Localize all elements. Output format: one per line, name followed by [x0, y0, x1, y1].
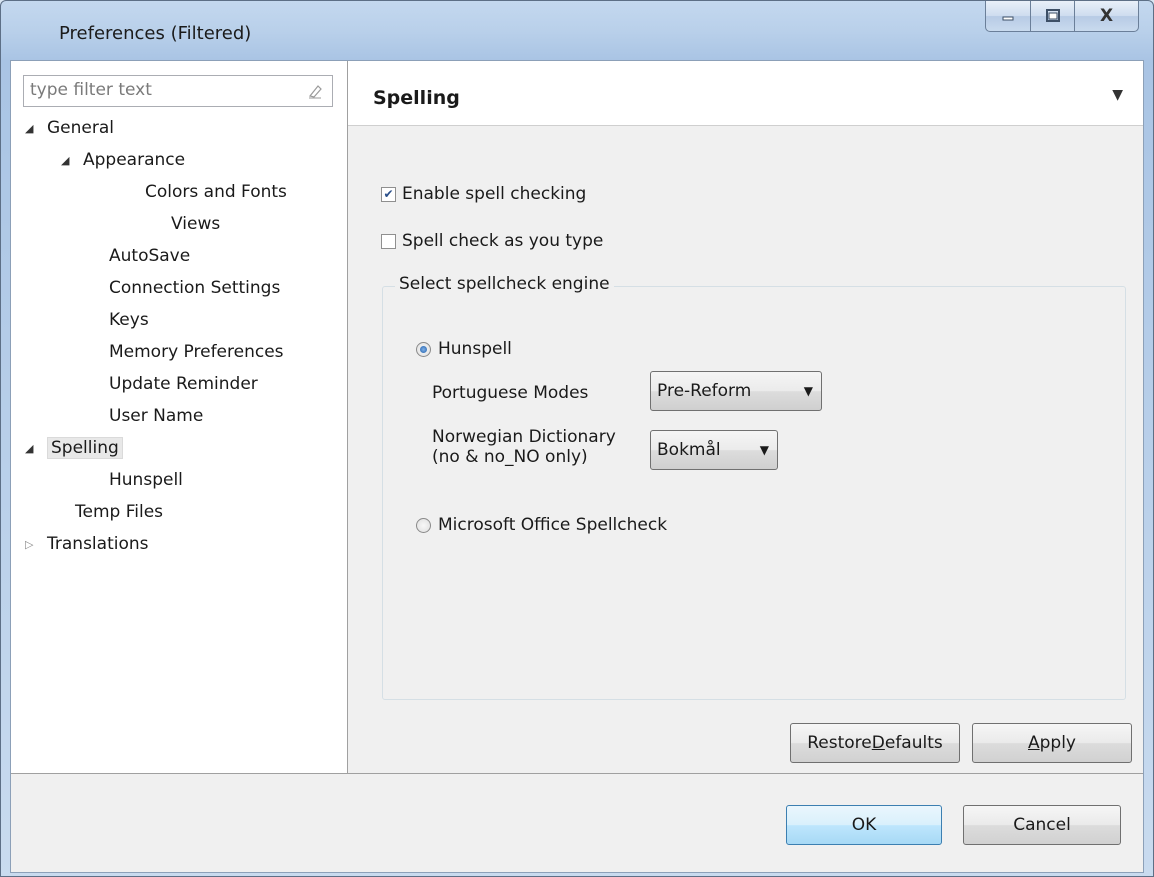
tree-item-keys[interactable]: Keys: [109, 305, 149, 335]
preferences-window: Preferences (Filtered) X type filter tex…: [0, 0, 1154, 877]
tree-item-general[interactable]: ◢ General: [25, 113, 114, 143]
tree-item-label: Spelling: [47, 437, 123, 459]
tree-item-colors-and-fonts[interactable]: Colors and Fonts: [145, 177, 287, 207]
tree-item-label: Update Reminder: [109, 374, 258, 394]
norwegian-label-line2: (no & no_NO only): [432, 447, 588, 467]
collapsed-arrow-icon[interactable]: ▷: [25, 538, 47, 551]
tree-item-connection-settings[interactable]: Connection Settings: [109, 273, 280, 303]
button-bar-separator: [11, 773, 1143, 774]
checkbox-label: Spell check as you type: [402, 231, 604, 251]
tree-item-label: Translations: [47, 534, 149, 554]
tree-item-user-name[interactable]: User Name: [109, 401, 203, 431]
tree-item-update-reminder[interactable]: Update Reminder: [109, 369, 258, 399]
tree-item-label: Appearance: [83, 150, 186, 170]
group-legend: Select spellcheck engine: [395, 274, 614, 294]
close-button[interactable]: X: [1075, 1, 1139, 32]
checkbox-label: Enable spell checking: [402, 184, 587, 204]
tree-item-label: Keys: [109, 310, 149, 330]
spellcheck-engine-group: Select spellcheck engine Hunspell Portug…: [382, 274, 1126, 700]
portuguese-modes-dropdown[interactable]: Pre-Reform ▼: [650, 371, 822, 411]
norwegian-label-line1: Norwegian Dictionary: [432, 427, 616, 447]
filter-placeholder: type filter text: [30, 80, 152, 100]
close-icon: X: [1099, 6, 1114, 26]
spell-check-as-you-type-checkbox[interactable]: Spell check as you type: [381, 231, 603, 251]
portuguese-modes-label: Portuguese Modes: [432, 383, 589, 403]
expanded-arrow-icon[interactable]: ◢: [25, 122, 47, 135]
button-label-suffix: pply: [1039, 733, 1076, 753]
tree-item-appearance[interactable]: ◢ Appearance: [61, 145, 185, 175]
norwegian-dictionary-dropdown[interactable]: Bokmål ▼: [650, 430, 778, 470]
tree-item-label: Temp Files: [75, 502, 164, 522]
tree-item-label: Colors and Fonts: [145, 182, 287, 202]
tree-item-label: User Name: [109, 406, 204, 426]
mnemonic-letter: D: [871, 733, 885, 753]
radio-label: Microsoft Office Spellcheck: [438, 515, 668, 535]
radio-label: Hunspell: [438, 339, 512, 359]
ok-button[interactable]: OK: [786, 805, 942, 845]
tree-item-label: Hunspell: [109, 470, 183, 490]
minimize-button[interactable]: [985, 1, 1031, 32]
tree-item-autosave[interactable]: AutoSave: [109, 241, 190, 271]
filter-input[interactable]: type filter text: [23, 75, 333, 107]
tree-item-hunspell[interactable]: Hunspell: [109, 465, 183, 495]
preference-tree-pane: type filter text ◢ General ◢ Appearance …: [11, 61, 348, 773]
maximize-button[interactable]: [1031, 1, 1075, 32]
button-label-suffix: efaults: [884, 733, 943, 753]
tree-item-label: Connection Settings: [109, 278, 281, 298]
checkbox-unchecked-icon[interactable]: [381, 233, 396, 249]
cancel-button[interactable]: Cancel: [963, 805, 1121, 845]
tree-item-label: Views: [171, 214, 221, 234]
dropdown-value: Bokmål: [657, 440, 721, 460]
dialog-client-area: type filter text ◢ General ◢ Appearance …: [10, 60, 1144, 873]
hunspell-radio[interactable]: Hunspell: [416, 339, 512, 359]
dropdown-value: Pre-Reform: [657, 381, 752, 401]
expanded-arrow-icon[interactable]: ◢: [25, 442, 47, 455]
norwegian-dictionary-label: Norwegian Dictionary (no & no_NO only): [432, 427, 616, 467]
restore-defaults-button[interactable]: Restore Defaults: [790, 723, 960, 763]
mnemonic-letter: A: [1027, 733, 1040, 753]
chevron-down-icon: ▼: [759, 443, 769, 457]
page-header: Spelling ▼: [348, 61, 1143, 126]
tree-item-label: Memory Preferences: [109, 342, 284, 362]
title-bar[interactable]: Preferences (Filtered) X: [1, 1, 1153, 61]
radio-unselected-icon[interactable]: [416, 517, 431, 533]
minimize-icon: [1002, 16, 1014, 21]
preference-page: Spelling ▼ ✔ Enable spell checking Spell…: [348, 61, 1143, 773]
window-title: Preferences (Filtered): [59, 23, 252, 44]
radio-selected-icon[interactable]: [416, 341, 431, 357]
view-menu-icon[interactable]: ▼: [1112, 87, 1123, 103]
apply-button[interactable]: Apply: [972, 723, 1132, 763]
page-title: Spelling: [373, 87, 460, 109]
clear-filter-icon[interactable]: [306, 82, 324, 100]
expanded-arrow-icon[interactable]: ◢: [61, 154, 83, 167]
maximize-icon: [1045, 9, 1060, 22]
enable-spell-checking-checkbox[interactable]: ✔ Enable spell checking: [381, 184, 586, 204]
tree-item-translations[interactable]: ▷ Translations: [25, 529, 149, 559]
tree-item-views[interactable]: Views: [171, 209, 220, 239]
tree-item-label: AutoSave: [109, 246, 191, 266]
tree-item-spelling[interactable]: ◢ Spelling: [25, 433, 123, 463]
caption-buttons: X: [985, 1, 1139, 33]
chevron-down-icon: ▼: [803, 384, 813, 398]
button-label-prefix: Restore: [807, 733, 872, 753]
tree-item-label: General: [47, 118, 114, 138]
tree-item-temp-files[interactable]: Temp Files: [75, 497, 163, 527]
microsoft-office-spellcheck-radio[interactable]: Microsoft Office Spellcheck: [416, 515, 667, 535]
tree-item-memory-preferences[interactable]: Memory Preferences: [109, 337, 284, 367]
checkbox-checked-icon[interactable]: ✔: [381, 186, 396, 202]
